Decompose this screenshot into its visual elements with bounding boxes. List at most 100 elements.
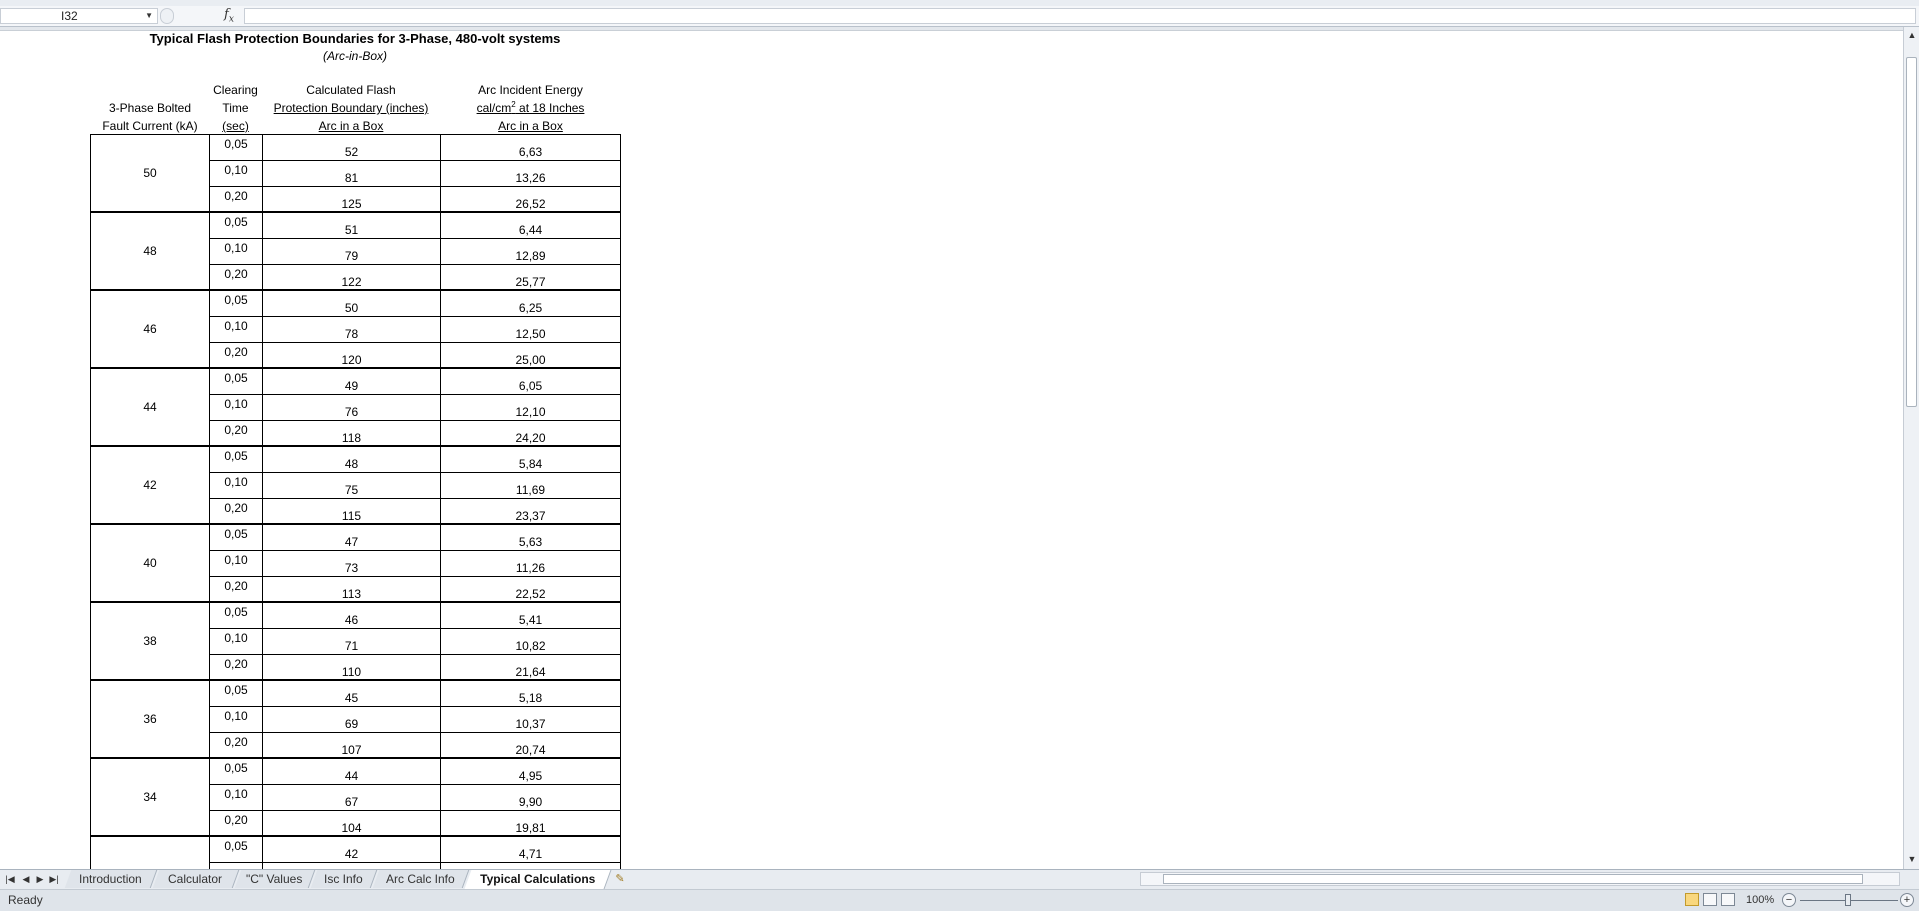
clearing-time-cell[interactable]: 0,10	[210, 317, 263, 342]
boundary-cell[interactable]: 107	[263, 733, 441, 758]
boundary-cell[interactable]: 75	[263, 473, 441, 498]
clearing-time-cell[interactable]: 0,10	[210, 161, 263, 186]
fault-current-cell[interactable]: 34	[91, 759, 210, 835]
boundary-cell[interactable]: 47	[263, 525, 441, 551]
clearing-time-cell[interactable]: 0,05	[210, 369, 263, 395]
clearing-time-cell[interactable]: 0,20	[210, 655, 263, 680]
boundary-cell[interactable]: 45	[263, 681, 441, 707]
energy-cell[interactable]: 12,50	[441, 317, 620, 342]
boundary-cell[interactable]: 113	[263, 577, 441, 602]
tab-typical-calculations[interactable]: Typical Calculations	[464, 870, 612, 889]
clearing-time-cell[interactable]: 0,20	[210, 421, 263, 446]
fault-current-cell[interactable]: 36	[91, 681, 210, 757]
energy-cell[interactable]: 5,84	[441, 447, 620, 473]
clearing-time-cell[interactable]: 0,05	[210, 603, 263, 629]
fault-current-cell[interactable]: 44	[91, 369, 210, 445]
scroll-down-icon[interactable]: ▼	[1906, 853, 1918, 865]
zoom-slider-handle[interactable]	[1845, 894, 1851, 906]
clearing-time-cell[interactable]: 0,10	[210, 707, 263, 732]
energy-cell[interactable]: 5,18	[441, 681, 620, 707]
boundary-cell[interactable]: 122	[263, 265, 441, 290]
boundary-cell[interactable]: 52	[263, 135, 441, 161]
clearing-time-cell[interactable]: 0,05	[210, 681, 263, 707]
chevron-down-icon[interactable]: ▼	[145, 9, 153, 23]
energy-cell[interactable]: 11,26	[441, 551, 620, 576]
fault-current-cell[interactable]: 48	[91, 213, 210, 289]
clearing-time-cell[interactable]: 0,20	[210, 343, 263, 368]
vertical-scrollbar[interactable]: ▲ ▼	[1903, 27, 1919, 869]
clearing-time-cell[interactable]: 0,10	[210, 395, 263, 420]
insert-sheet-icon[interactable]: ✎	[612, 872, 628, 886]
prev-sheet-icon[interactable]: ◀	[20, 872, 32, 886]
clearing-time-cell[interactable]: 0,05	[210, 525, 263, 551]
clearing-time-cell[interactable]: 0,05	[210, 759, 263, 785]
boundary-cell[interactable]: 44	[263, 759, 441, 785]
clearing-time-cell[interactable]: 0,10	[210, 239, 263, 264]
clearing-time-cell[interactable]: 0,10	[210, 551, 263, 576]
boundary-cell[interactable]: 81	[263, 161, 441, 186]
energy-cell[interactable]: 12,10	[441, 395, 620, 420]
energy-cell[interactable]: 23,37	[441, 499, 620, 524]
energy-cell[interactable]: 4,71	[441, 837, 620, 863]
clearing-time-cell[interactable]: 0,05	[210, 291, 263, 317]
clearing-time-cell[interactable]: 0,10	[210, 629, 263, 654]
boundary-cell[interactable]: 110	[263, 655, 441, 680]
boundary-cell[interactable]: 115	[263, 499, 441, 524]
energy-cell[interactable]: 9,90	[441, 785, 620, 810]
energy-cell[interactable]: 20,74	[441, 733, 620, 758]
zoom-in-icon[interactable]: +	[1900, 893, 1914, 907]
scroll-thumb[interactable]	[1163, 874, 1863, 884]
energy-cell[interactable]: 6,44	[441, 213, 620, 239]
energy-cell[interactable]: 26,52	[441, 187, 620, 212]
energy-cell[interactable]: 6,63	[441, 135, 620, 161]
next-sheet-icon[interactable]: ▶	[34, 872, 46, 886]
boundary-cell[interactable]: 51	[263, 213, 441, 239]
energy-cell[interactable]: 13,26	[441, 161, 620, 186]
tab-calculator[interactable]: Calculator	[152, 870, 240, 888]
clearing-time-cell[interactable]: 0,20	[210, 811, 263, 836]
boundary-cell[interactable]: 71	[263, 629, 441, 654]
boundary-cell[interactable]: 120	[263, 343, 441, 368]
fault-current-cell[interactable]: 38	[91, 603, 210, 679]
clearing-time-cell[interactable]: 0,20	[210, 187, 263, 212]
fault-current-cell[interactable]: 42	[91, 447, 210, 523]
energy-cell[interactable]: 24,20	[441, 421, 620, 446]
normal-view-icon[interactable]	[1685, 893, 1699, 906]
boundary-cell[interactable]: 67	[263, 785, 441, 810]
clearing-time-cell[interactable]: 0,05	[210, 213, 263, 239]
clearing-time-cell[interactable]: 0,05	[210, 447, 263, 473]
clearing-time-cell[interactable]: 0,20	[210, 733, 263, 758]
energy-cell[interactable]: 25,00	[441, 343, 620, 368]
function-icon[interactable]: fx	[224, 7, 234, 25]
boundary-cell[interactable]: 48	[263, 447, 441, 473]
formula-input[interactable]	[244, 8, 1916, 24]
energy-cell[interactable]: 12,89	[441, 239, 620, 264]
clearing-time-cell[interactable]: 0,05	[210, 135, 263, 161]
clearing-time-cell[interactable]: 0,20	[210, 265, 263, 290]
energy-cell[interactable]: 21,64	[441, 655, 620, 680]
boundary-cell[interactable]: 125	[263, 187, 441, 212]
energy-cell[interactable]: 5,63	[441, 525, 620, 551]
scroll-up-icon[interactable]: ▲	[1906, 29, 1918, 41]
fault-current-cell[interactable]	[91, 837, 210, 869]
fault-current-cell[interactable]: 46	[91, 291, 210, 367]
page-layout-view-icon[interactable]	[1703, 893, 1717, 906]
scroll-thumb[interactable]	[1906, 57, 1917, 407]
formula-bar-splitter[interactable]	[160, 8, 174, 24]
boundary-cell[interactable]: 76	[263, 395, 441, 420]
fault-current-cell[interactable]: 40	[91, 525, 210, 601]
boundary-cell[interactable]: 118	[263, 421, 441, 446]
name-box[interactable]: I32 ▼	[0, 8, 158, 24]
last-sheet-icon[interactable]: ▶|	[48, 872, 60, 886]
worksheet[interactable]: Typical Flash Protection Boundaries for …	[0, 31, 1903, 869]
tab-arc-calc-info[interactable]: Arc Calc Info	[372, 870, 470, 888]
boundary-cell[interactable]: 69	[263, 707, 441, 732]
boundary-cell[interactable]: 50	[263, 291, 441, 317]
tab-c-values[interactable]: "C" Values	[234, 870, 316, 888]
energy-cell[interactable]: 11,69	[441, 473, 620, 498]
boundary-cell[interactable]: 42	[263, 837, 441, 863]
energy-cell[interactable]: 6,25	[441, 291, 620, 317]
zoom-out-icon[interactable]: −	[1782, 893, 1796, 907]
clearing-time-cell[interactable]: 0,05	[210, 837, 263, 863]
tab-introduction[interactable]: Introduction	[64, 870, 158, 888]
